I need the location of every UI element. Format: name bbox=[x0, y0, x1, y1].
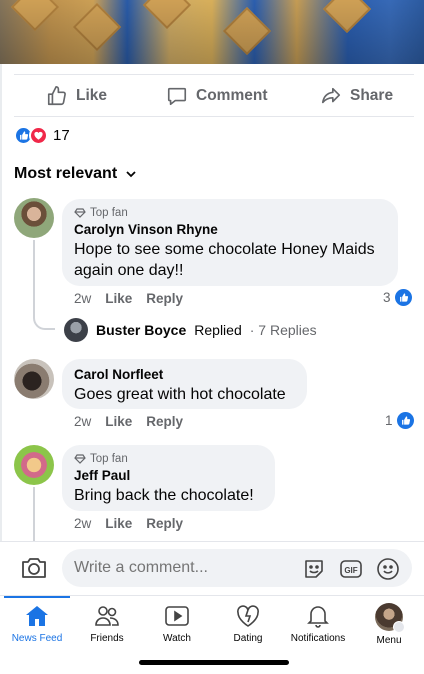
comment-text: again one day!! bbox=[74, 262, 184, 279]
comment-time[interactable]: 2w bbox=[74, 516, 91, 531]
comment-text: Hope to see some chocolate Honey Maids bbox=[74, 241, 375, 258]
badge-label: Top fan bbox=[90, 453, 128, 465]
menu-badge-icon bbox=[393, 621, 405, 633]
home-indicator bbox=[139, 660, 289, 665]
comment-bubble-icon bbox=[167, 87, 187, 106]
like-count-number: 3 bbox=[383, 290, 391, 305]
profile-avatar-icon bbox=[375, 603, 405, 633]
comment-sort-dropdown[interactable]: Most relevant bbox=[14, 165, 137, 183]
love-reaction-icon bbox=[29, 126, 48, 145]
like-button[interactable]: Like bbox=[46, 84, 107, 108]
tab-notifications[interactable]: Notifications bbox=[281, 603, 355, 644]
tab-label: Notifications bbox=[290, 633, 346, 644]
diamond-icon bbox=[74, 454, 86, 464]
divider bbox=[14, 116, 414, 117]
comment-reply-button[interactable]: Reply bbox=[146, 291, 183, 306]
tab-dating[interactable]: Dating bbox=[211, 603, 285, 644]
divider bbox=[14, 74, 414, 75]
thread-line bbox=[33, 487, 35, 541]
top-fan-badge: Top fan bbox=[74, 453, 263, 465]
view-replies-link[interactable]: Buster Boyce Replied · 7 Replies bbox=[64, 318, 317, 342]
commenter-avatar[interactable] bbox=[14, 198, 54, 238]
replier-avatar bbox=[64, 318, 88, 342]
sticker-icon[interactable] bbox=[302, 557, 326, 581]
comment-like-count[interactable]: 1 bbox=[385, 412, 414, 429]
comment-meta: 2w Like Reply bbox=[74, 516, 183, 531]
thread-line bbox=[33, 240, 35, 316]
commenter-name[interactable]: Jeff Paul bbox=[74, 468, 263, 483]
tab-label: Menu bbox=[376, 635, 402, 646]
share-button[interactable]: Share bbox=[320, 84, 393, 108]
comment-label: Comment bbox=[196, 87, 268, 104]
commenter-avatar[interactable] bbox=[14, 445, 54, 485]
camera-icon[interactable] bbox=[20, 555, 48, 581]
commenter-avatar[interactable] bbox=[14, 359, 54, 399]
commenter-name[interactable]: Carolyn Vinson Rhyne bbox=[74, 222, 386, 237]
comment-like-button[interactable]: Like bbox=[105, 291, 132, 306]
comment-like-button[interactable]: Like bbox=[105, 414, 132, 429]
home-icon bbox=[26, 606, 48, 626]
share-label: Share bbox=[350, 87, 394, 104]
comment-time[interactable]: 2w bbox=[74, 291, 91, 306]
active-tab-indicator bbox=[4, 596, 70, 598]
share-arrow-icon bbox=[321, 87, 341, 104]
replied-label: Replied bbox=[194, 322, 242, 338]
bell-icon bbox=[307, 606, 329, 628]
tab-friends[interactable]: Friends bbox=[70, 603, 144, 644]
comment-reply-button[interactable]: Reply bbox=[146, 516, 183, 531]
tab-news-feed[interactable]: News Feed bbox=[0, 603, 74, 644]
comment-meta: 2w Like Reply bbox=[74, 291, 183, 306]
commenter-name[interactable]: Carol Norfleet bbox=[74, 367, 295, 382]
sort-label: Most relevant bbox=[14, 165, 118, 182]
comment-bubble[interactable]: Top fan Carolyn Vinson Rhyne Hope to see… bbox=[62, 199, 398, 286]
diamond-icon bbox=[74, 208, 86, 218]
comment-bubble[interactable]: Carol Norfleet Goes great with hot choco… bbox=[62, 359, 307, 409]
replier-name: Buster Boyce bbox=[96, 322, 187, 338]
tab-label: Watch bbox=[163, 633, 191, 644]
dating-heart-icon bbox=[237, 605, 259, 627]
comment-time[interactable]: 2w bbox=[74, 414, 91, 429]
reply-count: · 7 Replies bbox=[249, 322, 317, 338]
comment-text: Bring back the chocolate! bbox=[74, 487, 254, 504]
reactions-summary[interactable]: 17 bbox=[14, 126, 70, 145]
emoji-icon[interactable] bbox=[376, 557, 400, 581]
friends-icon bbox=[95, 606, 119, 626]
image-shade bbox=[0, 0, 424, 64]
tab-menu[interactable]: Menu bbox=[352, 603, 424, 646]
tab-label: Friends bbox=[90, 633, 124, 644]
comment-like-count[interactable]: 3 bbox=[383, 289, 412, 306]
reaction-count: 17 bbox=[53, 127, 70, 144]
comment-meta: 2w Like Reply bbox=[74, 414, 183, 429]
tab-watch[interactable]: Watch bbox=[140, 603, 214, 644]
comment-button[interactable]: Comment bbox=[166, 84, 267, 108]
chevron-down-icon bbox=[126, 171, 136, 178]
watch-icon bbox=[165, 606, 189, 626]
comment-like-button[interactable]: Like bbox=[105, 516, 132, 531]
like-count-number: 1 bbox=[385, 413, 393, 428]
like-reaction-icon bbox=[394, 289, 412, 306]
thumbs-up-icon bbox=[47, 86, 66, 106]
comment-bubble[interactable]: Top fan Jeff Paul Bring back the chocola… bbox=[62, 445, 275, 511]
gif-icon[interactable]: GIF bbox=[339, 557, 363, 581]
top-fan-badge: Top fan bbox=[74, 207, 386, 219]
post-image[interactable] bbox=[0, 0, 424, 64]
tab-label: Dating bbox=[233, 633, 263, 644]
comment-text: Goes great with hot chocolate bbox=[74, 386, 286, 403]
badge-label: Top fan bbox=[90, 207, 128, 219]
like-label: Like bbox=[76, 87, 108, 104]
svg-text:GIF: GIF bbox=[344, 566, 357, 575]
like-reaction-icon bbox=[396, 412, 414, 429]
tab-label: News Feed bbox=[11, 633, 63, 644]
thread-curve bbox=[33, 316, 55, 330]
comment-reply-button[interactable]: Reply bbox=[146, 414, 183, 429]
